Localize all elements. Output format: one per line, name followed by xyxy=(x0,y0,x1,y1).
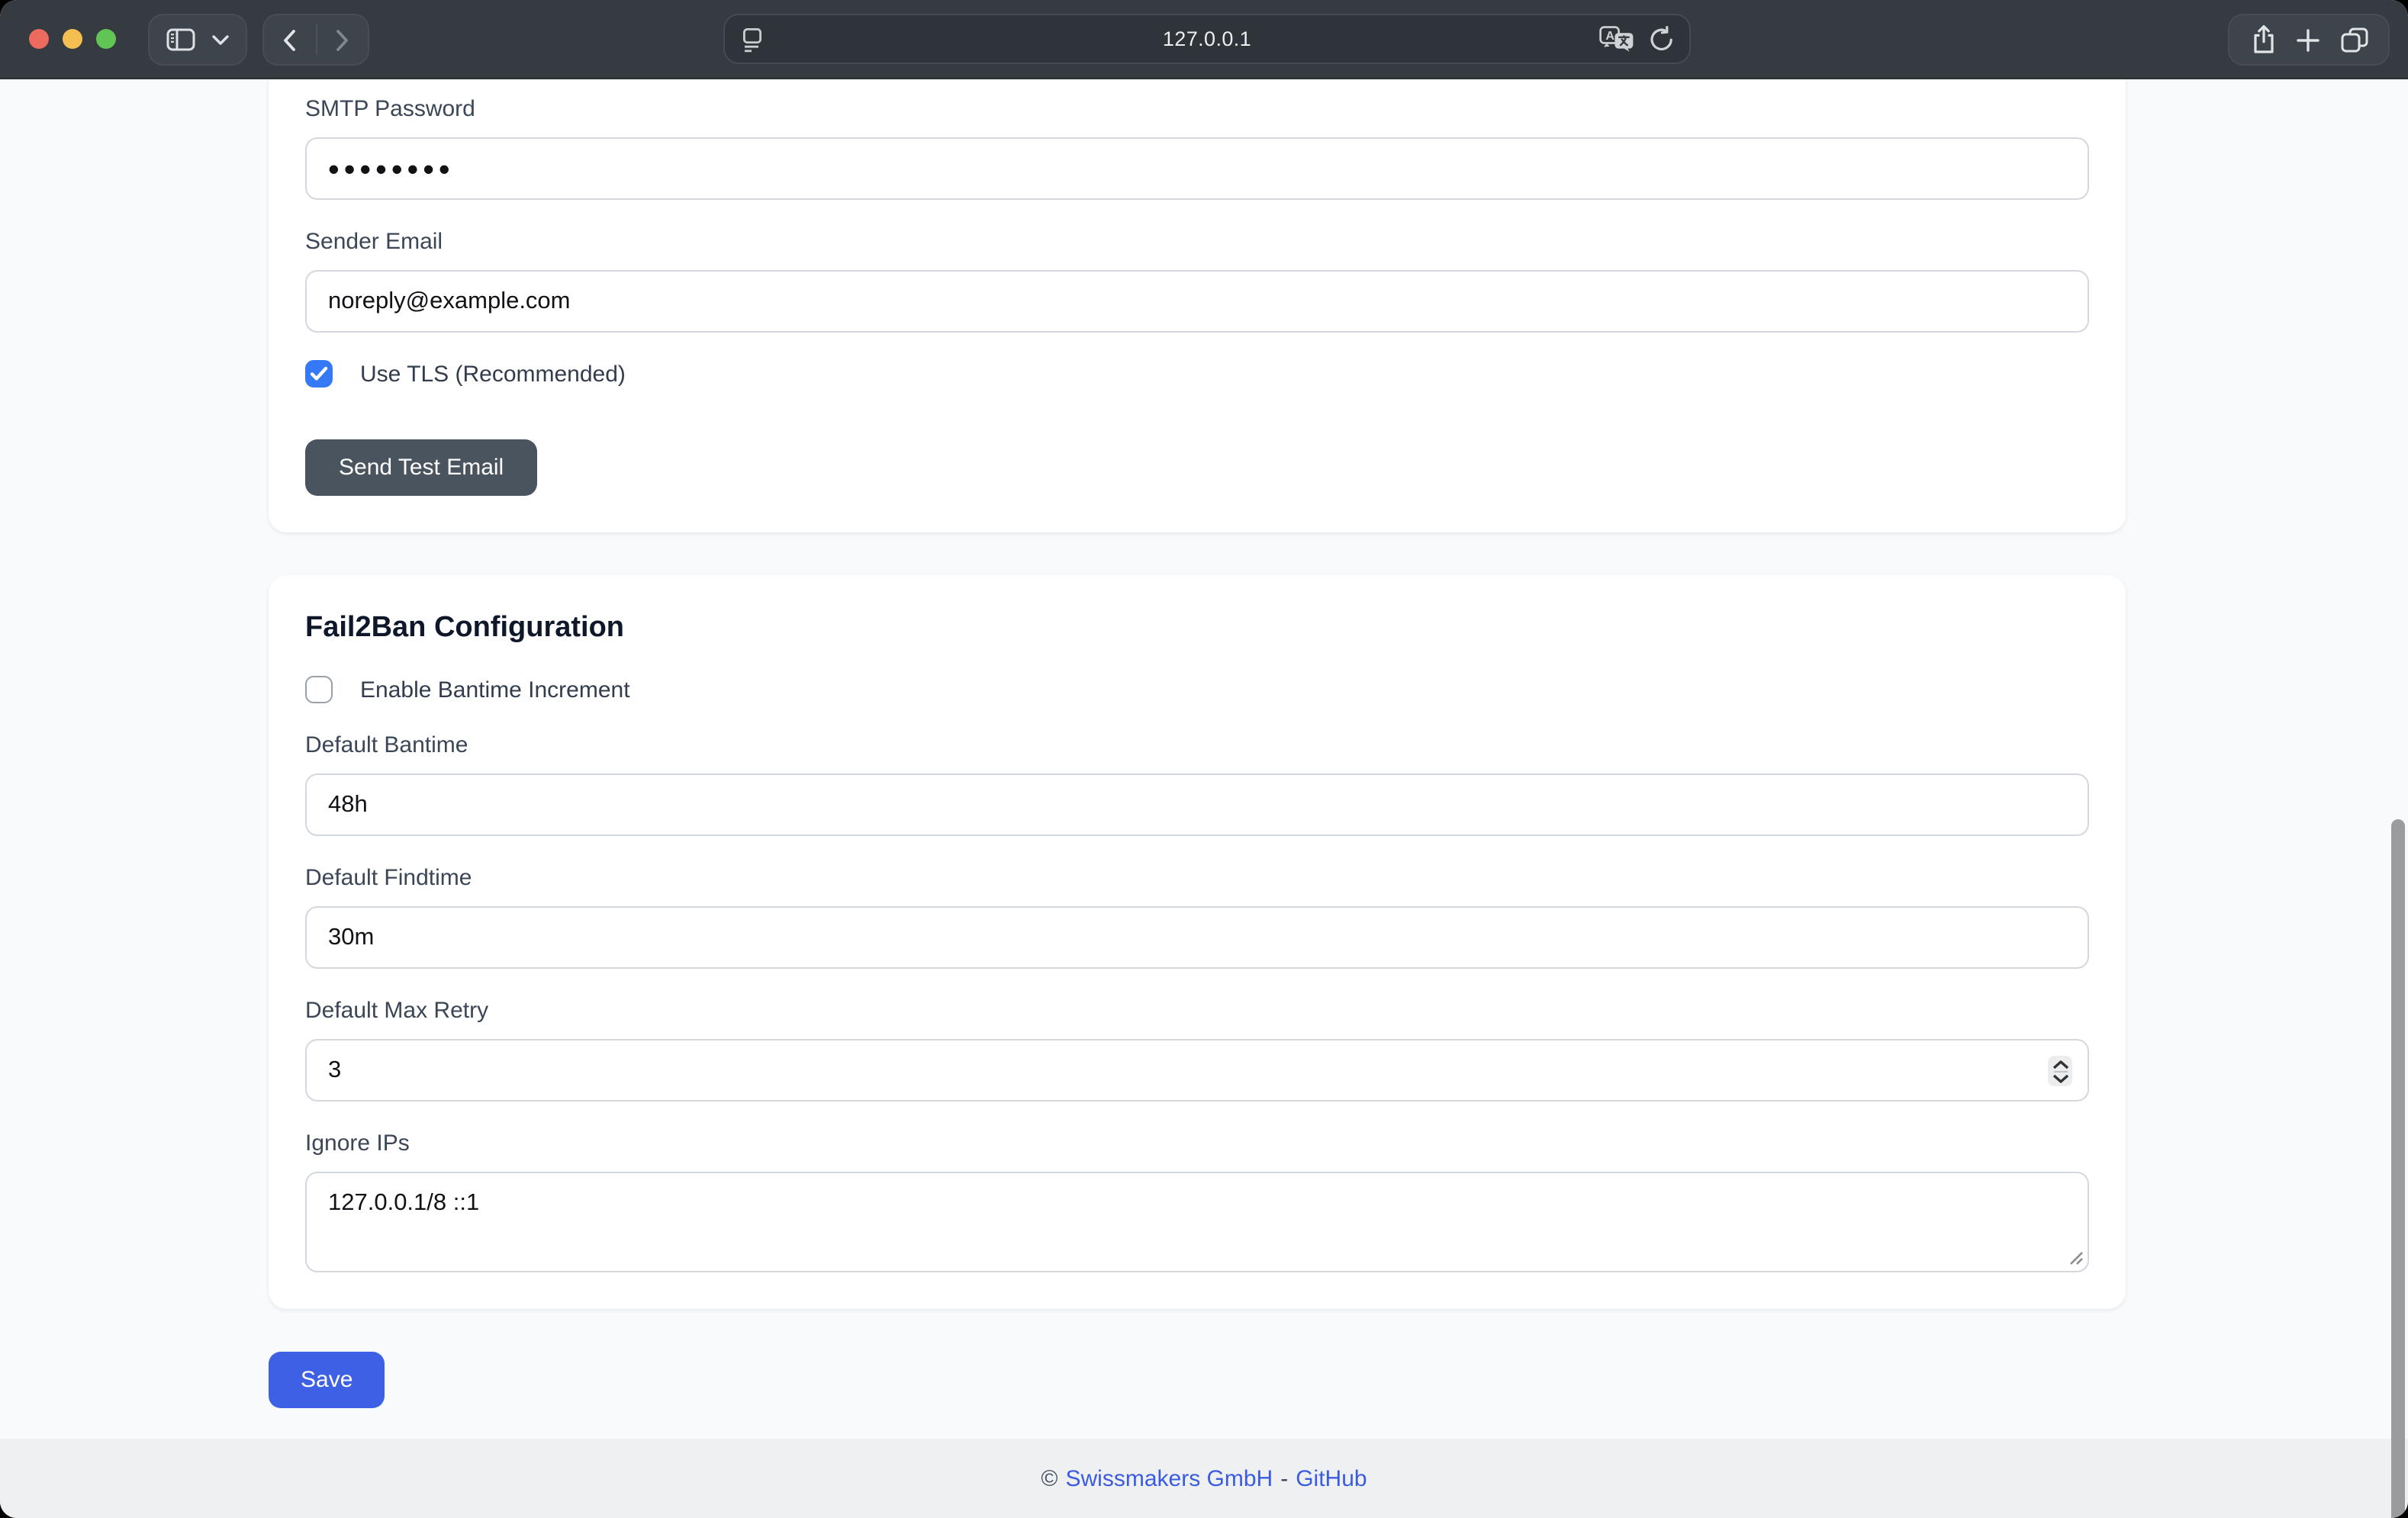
browser-window: 127.0.0.1 A xyxy=(0,0,2408,1518)
default-max-retry-label: Default Max Retry xyxy=(305,996,2089,1027)
smtp-settings-card: SMTP Password Sender Email Use TL xyxy=(269,79,2126,532)
back-button[interactable] xyxy=(283,28,297,51)
sidebar-toggle-button[interactable] xyxy=(166,27,195,52)
stepper-divider xyxy=(2053,1070,2067,1072)
enable-bantime-increment-checkbox[interactable] xyxy=(305,676,333,703)
sender-email-input[interactable] xyxy=(305,270,2089,333)
copyright-symbol: © xyxy=(1041,1465,1058,1491)
scrollbar-thumb[interactable] xyxy=(2391,819,2405,1518)
translate-icon: A xyxy=(1599,26,1634,53)
svg-text:A: A xyxy=(1605,30,1614,43)
chevron-up-icon xyxy=(2052,1060,2068,1069)
default-findtime-input[interactable] xyxy=(305,906,2089,969)
url-text[interactable]: 127.0.0.1 xyxy=(725,27,1689,50)
sidebar-menu-button[interactable] xyxy=(212,34,229,45)
checkmark-icon xyxy=(310,366,328,381)
new-tab-button[interactable] xyxy=(2297,28,2319,51)
github-link[interactable]: GitHub xyxy=(1296,1465,1367,1491)
window-action-group xyxy=(2228,14,2390,66)
page-footer: © Swissmakers GmbH - GitHub xyxy=(0,1439,2408,1518)
minimize-window-button[interactable] xyxy=(63,29,82,49)
tabs-icon xyxy=(2340,27,2368,53)
plus-icon xyxy=(2297,28,2319,51)
smtp-password-label: SMTP Password xyxy=(305,95,2089,125)
default-bantime-label: Default Bantime xyxy=(305,731,2089,761)
share-button[interactable] xyxy=(2250,24,2276,55)
reload-icon xyxy=(1648,26,1674,53)
reload-button[interactable] xyxy=(1648,26,1674,53)
page-viewport: SMTP Password Sender Email Use TL xyxy=(0,79,2408,1518)
send-test-email-button[interactable]: Send Test Email xyxy=(305,439,537,496)
nav-divider xyxy=(315,24,317,55)
forward-icon xyxy=(336,28,349,51)
default-bantime-input[interactable] xyxy=(305,773,2089,836)
close-window-button[interactable] xyxy=(29,29,49,49)
sidebar-button-group xyxy=(148,14,247,66)
zoom-window-button[interactable] xyxy=(96,29,116,49)
fail2ban-card: Fail2Ban Configuration Enable Bantime In… xyxy=(269,575,2126,1309)
use-tls-label: Use TLS (Recommended) xyxy=(360,361,626,387)
ignore-ips-label: Ignore IPs xyxy=(305,1129,2089,1159)
forward-button[interactable] xyxy=(336,28,349,51)
default-max-retry-input[interactable] xyxy=(305,1039,2089,1102)
company-link[interactable]: Swissmakers GmbH xyxy=(1066,1465,1273,1491)
default-findtime-label: Default Findtime xyxy=(305,864,2089,894)
tab-overview-button[interactable] xyxy=(2340,27,2368,53)
chevron-down-icon xyxy=(2052,1073,2068,1082)
sidebar-icon xyxy=(166,27,195,52)
address-bar[interactable]: 127.0.0.1 A xyxy=(723,14,1691,64)
save-button[interactable]: Save xyxy=(269,1352,385,1408)
ignore-ips-textarea[interactable] xyxy=(305,1172,2089,1272)
screen: 127.0.0.1 A xyxy=(0,0,2408,1518)
use-tls-checkbox[interactable] xyxy=(305,360,333,388)
fail2ban-title: Fail2Ban Configuration xyxy=(305,612,2089,645)
footer-separator: - xyxy=(1280,1465,1288,1491)
enable-bantime-increment-label: Enable Bantime Increment xyxy=(360,677,630,703)
number-stepper[interactable] xyxy=(2048,1056,2072,1086)
share-icon xyxy=(2250,24,2276,55)
back-icon xyxy=(283,28,297,51)
chevron-down-icon xyxy=(212,34,229,45)
window-controls xyxy=(29,29,116,49)
browser-toolbar: 127.0.0.1 A xyxy=(0,0,2408,79)
translate-button[interactable]: A xyxy=(1599,26,1634,53)
nav-button-group xyxy=(262,14,369,66)
smtp-password-input[interactable] xyxy=(305,137,2089,200)
sender-email-label: Sender Email xyxy=(305,227,2089,258)
